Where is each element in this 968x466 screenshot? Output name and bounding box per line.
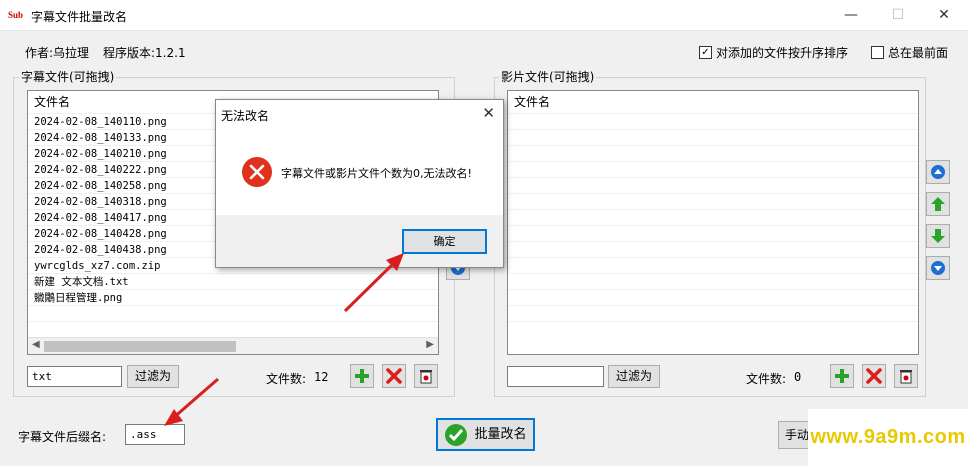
watermark: www.9a9m.com — [808, 409, 968, 466]
arrow-to-ok-button — [343, 253, 404, 313]
annotation-arrows — [164, 253, 404, 426]
arrow-to-suffix-input — [164, 377, 219, 426]
